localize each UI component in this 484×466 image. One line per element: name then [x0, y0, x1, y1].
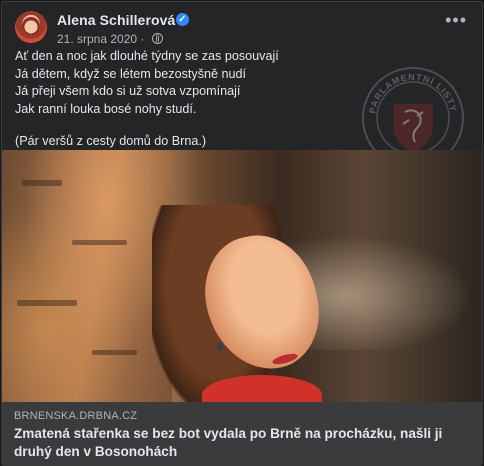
avatar-face: [22, 17, 40, 35]
earring: [217, 343, 223, 351]
verified-icon: ✓: [176, 13, 189, 26]
wall-crack: [92, 350, 137, 355]
link-preview[interactable]: BRNENSKA.DRBNA.CZ Zmatená stařenka se be…: [2, 402, 482, 465]
more-options-icon[interactable]: •••: [445, 11, 467, 29]
wall-crack: [22, 180, 62, 186]
wall-crack: [17, 300, 77, 306]
post-header: Alena Schillerová ✓ 21. srpna 2020 · •••: [2, 2, 482, 46]
link-headline[interactable]: Zmatená stařenka se bez bot vydala po Br…: [14, 425, 472, 461]
author-name[interactable]: Alena Schillerová: [57, 12, 175, 28]
link-domain: BRNENSKA.DRBNA.CZ: [14, 410, 138, 422]
post-date[interactable]: 21. srpna 2020: [57, 32, 137, 46]
post-card: Alena Schillerová ✓ 21. srpna 2020 · •••…: [1, 1, 483, 466]
post-photo[interactable]: [2, 150, 482, 402]
wall-crack: [72, 240, 127, 245]
post-meta: 21. srpna 2020 ·: [57, 32, 163, 46]
author-avatar[interactable]: [15, 11, 47, 43]
globe-icon[interactable]: [151, 33, 163, 44]
meta-separator: ·: [140, 32, 145, 46]
stone-wall: [2, 150, 172, 402]
poem-line: Ať den a noc jak dlouhé týdny se zas pos…: [15, 49, 279, 63]
